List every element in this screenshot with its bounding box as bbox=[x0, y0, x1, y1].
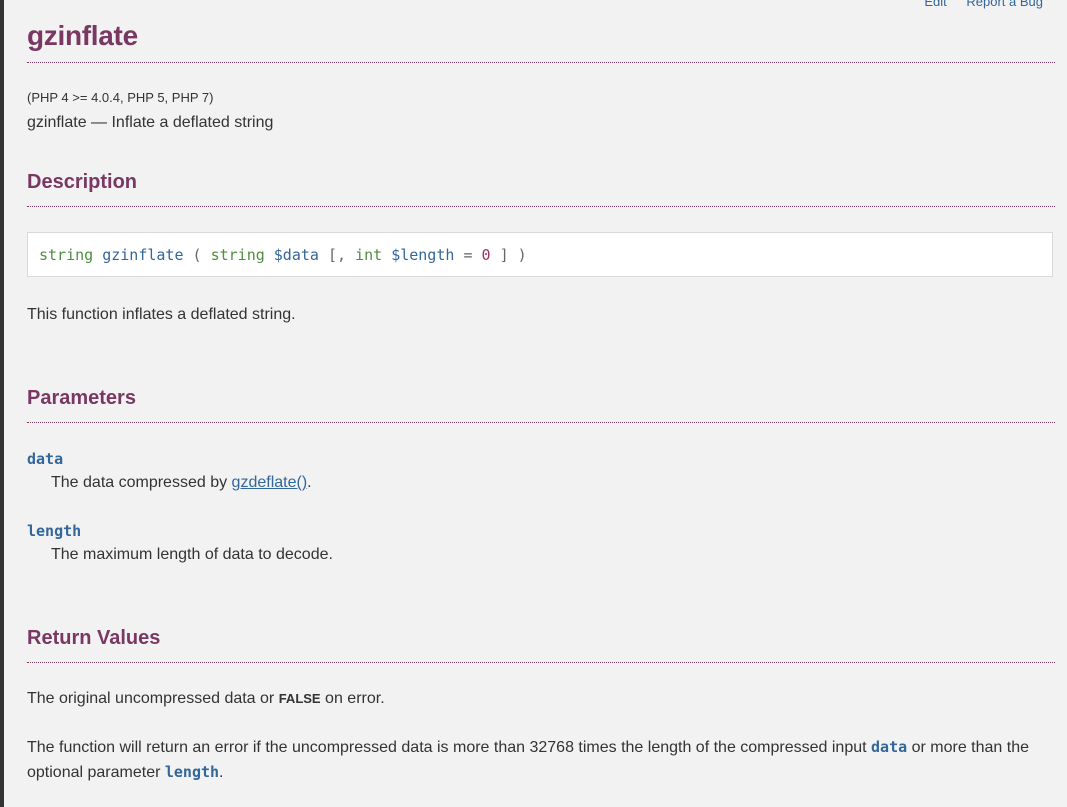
return-values-heading: Return Values bbox=[27, 627, 161, 649]
param2-default: 0 bbox=[481, 246, 491, 264]
param-data-desc-end: . bbox=[307, 474, 312, 491]
top-nav: Edit Report a Bug bbox=[908, 0, 1043, 9]
function-name: gzinflate bbox=[102, 246, 184, 264]
equals-sign: = bbox=[463, 246, 473, 264]
close-paren: ) bbox=[517, 246, 527, 264]
param-length-name: length bbox=[27, 522, 82, 540]
return-values-divider bbox=[27, 662, 1055, 663]
param2-name: $length bbox=[391, 246, 455, 264]
open-paren: ( bbox=[192, 246, 202, 264]
gzdeflate-link[interactable]: gzdeflate() bbox=[232, 474, 308, 491]
parameters-divider bbox=[27, 422, 1055, 423]
report-bug-link[interactable]: Report a Bug bbox=[966, 0, 1043, 9]
return-line2-text: The function will return an error if the… bbox=[27, 739, 872, 756]
description-text: This function inflates a deflated string… bbox=[27, 306, 296, 323]
method-synopsis: string gzinflate ( string $data [, int $l… bbox=[27, 232, 1053, 277]
optional-open: [, bbox=[327, 246, 347, 264]
left-edge-bar bbox=[0, 0, 4, 807]
edit-link[interactable]: Edit bbox=[924, 0, 946, 9]
ref-purpose: gzinflate — Inflate a deflated string bbox=[27, 114, 274, 131]
page-title: gzinflate bbox=[27, 20, 138, 51]
param-data-name: data bbox=[27, 450, 64, 468]
return-line1-end: on error. bbox=[320, 690, 385, 707]
return-values-line1: The original uncompressed data or FALSE … bbox=[27, 687, 385, 711]
length-param-ref: length bbox=[164, 763, 220, 781]
param1-name: $data bbox=[273, 246, 319, 264]
return-line2-end: . bbox=[219, 764, 224, 781]
optional-close: ] bbox=[499, 246, 509, 264]
description-divider bbox=[27, 206, 1055, 207]
parameters-heading: Parameters bbox=[27, 387, 136, 409]
param-data-desc-text: The data compressed by bbox=[51, 474, 232, 491]
param2-type: int bbox=[355, 246, 383, 264]
param-data-description: The data compressed by gzdeflate(). bbox=[51, 474, 312, 492]
description-heading: Description bbox=[27, 171, 138, 193]
return-line1-text: The original uncompressed data or bbox=[27, 690, 279, 707]
return-type: string bbox=[39, 246, 94, 264]
param1-type: string bbox=[210, 246, 265, 264]
data-param-ref: data bbox=[871, 738, 908, 756]
return-values-line2: The function will return an error if the… bbox=[27, 735, 1055, 785]
param-length-description: The maximum length of data to decode. bbox=[51, 546, 333, 563]
version-info: (PHP 4 >= 4.0.4, PHP 5, PHP 7) bbox=[27, 90, 214, 105]
false-constant: FALSE bbox=[278, 691, 321, 706]
title-divider bbox=[27, 62, 1055, 63]
